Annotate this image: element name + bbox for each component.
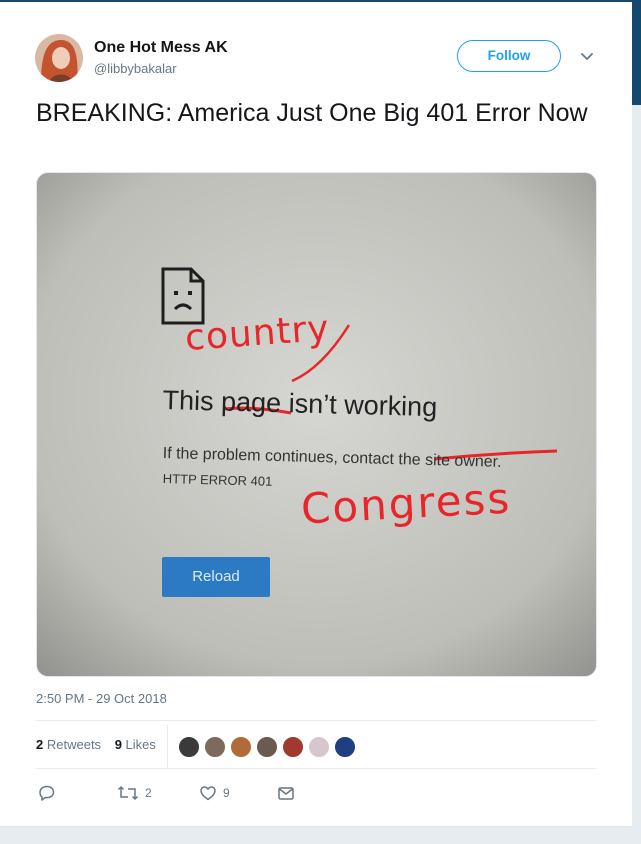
retweets-stat[interactable]: 2 Retweets xyxy=(36,737,101,752)
tweet-card: One Hot Mess AK @libbybakalar Follow BRE… xyxy=(0,2,632,827)
likes-stat[interactable]: 9 Likes xyxy=(115,737,156,752)
liker-avatar[interactable] xyxy=(177,735,201,759)
reply-icon xyxy=(39,785,55,801)
tweet-timestamp[interactable]: 2:50 PM - 29 Oct 2018 xyxy=(36,691,167,706)
like-count: 9 xyxy=(223,786,230,800)
error-body-struck: the site owner. xyxy=(398,451,502,471)
envelope-icon xyxy=(278,787,294,800)
reply-button[interactable] xyxy=(38,782,56,804)
author-name[interactable]: One Hot Mess AK xyxy=(94,39,228,57)
follow-button[interactable]: Follow xyxy=(457,40,561,72)
error-title-word-2: page xyxy=(220,386,282,419)
liker-avatar[interactable] xyxy=(229,735,253,759)
liker-avatar[interactable] xyxy=(255,735,279,759)
tweet-text: BREAKING: America Just One Big 401 Error… xyxy=(36,99,588,127)
liker-avatar[interactable] xyxy=(203,735,227,759)
stats-separator xyxy=(167,725,168,769)
engagement-stats: 2 Retweets 9 Likes xyxy=(36,737,166,752)
error-title-word-3: isn’t working xyxy=(288,388,438,423)
chevron-down-icon[interactable] xyxy=(578,48,596,66)
divider xyxy=(36,720,596,721)
liker-avatar[interactable] xyxy=(333,735,357,759)
likes-label: Likes xyxy=(125,737,156,752)
retweet-count: 2 xyxy=(145,786,152,800)
retweet-button[interactable]: 2 xyxy=(117,782,152,804)
likes-count: 9 xyxy=(114,737,122,752)
photo-reload-button: Reload xyxy=(162,557,270,597)
author-handle[interactable]: @libbybakalar xyxy=(94,61,177,76)
divider xyxy=(36,768,596,769)
error-title-word-1: This xyxy=(162,385,214,417)
tweet-actions: 2 9 xyxy=(36,782,336,804)
tweet-photo[interactable]: country This page isn’t working If the p… xyxy=(36,172,597,677)
like-button[interactable]: 9 xyxy=(199,782,230,804)
retweet-icon xyxy=(117,785,139,801)
liker-avatar[interactable] xyxy=(307,735,331,759)
photo-background xyxy=(37,173,596,676)
heart-icon xyxy=(200,786,216,801)
liker-avatar[interactable] xyxy=(281,735,305,759)
window-side-border xyxy=(632,0,641,105)
retweets-label: Retweets xyxy=(46,737,102,752)
avatar[interactable] xyxy=(35,34,83,82)
retweets-count: 2 xyxy=(36,737,44,752)
error-code: HTTP ERROR 401 xyxy=(162,471,273,489)
direct-message-button[interactable] xyxy=(277,782,295,804)
